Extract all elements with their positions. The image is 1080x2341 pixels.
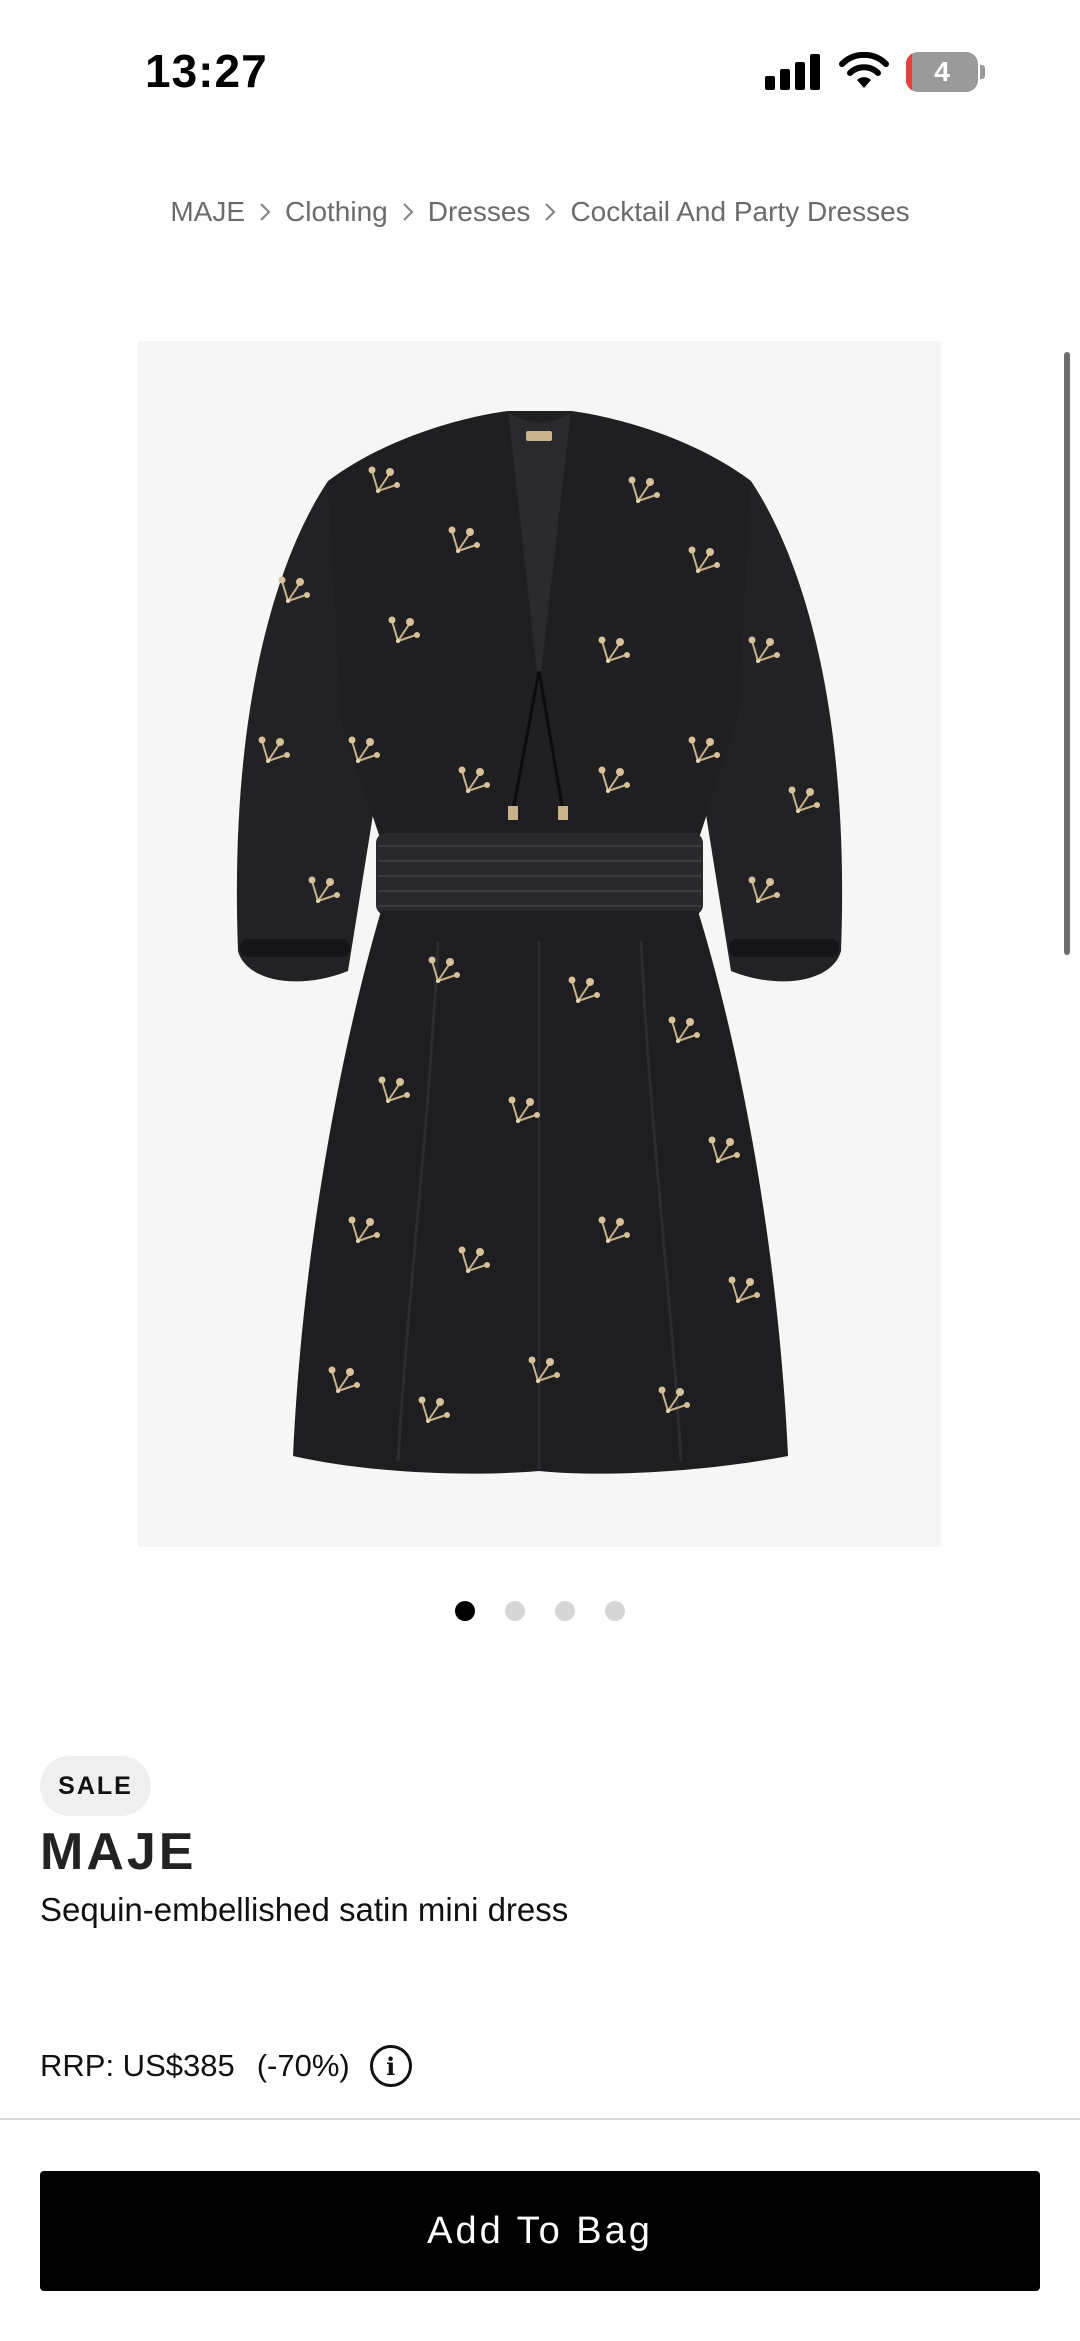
brand-name[interactable]: MAJE bbox=[40, 1822, 196, 1882]
add-to-bag-button[interactable]: Add To Bag bbox=[40, 2171, 1040, 2291]
breadcrumb-item-clothing[interactable]: Clothing bbox=[285, 196, 388, 228]
sale-badge: SALE bbox=[40, 1756, 151, 1816]
carousel-dot-3[interactable] bbox=[555, 1601, 575, 1621]
product-image[interactable] bbox=[138, 341, 941, 1547]
info-icon-glyph: i bbox=[386, 2051, 396, 2081]
chevron-right-icon bbox=[388, 198, 428, 226]
chevron-right-icon bbox=[530, 198, 570, 226]
rrp-price: RRP: US$385 (-70%) i bbox=[40, 2043, 412, 2089]
status-bar: 13:27 4 bbox=[0, 0, 1080, 140]
status-time: 13:27 bbox=[145, 45, 268, 97]
divider bbox=[0, 2118, 1080, 2120]
battery-icon: 4 bbox=[906, 52, 985, 92]
breadcrumb-item-maje[interactable]: MAJE bbox=[170, 196, 245, 228]
carousel-dot-4[interactable] bbox=[605, 1601, 625, 1621]
scrollbar[interactable] bbox=[1064, 352, 1070, 955]
product-title: Sequin-embellished satin mini dress bbox=[40, 1891, 569, 1928]
carousel-dot-1[interactable] bbox=[455, 1601, 475, 1621]
discount-percent: (-70%) bbox=[256, 2048, 350, 2083]
info-icon[interactable]: i bbox=[369, 2045, 412, 2087]
breadcrumb: MAJE Clothing Dresses Cocktail And Party… bbox=[0, 196, 1080, 228]
chevron-right-icon bbox=[245, 198, 285, 226]
wifi-icon bbox=[839, 52, 889, 88]
battery-level: 4 bbox=[934, 56, 950, 87]
breadcrumb-item-cocktail-party-dresses[interactable]: Cocktail And Party Dresses bbox=[570, 196, 909, 228]
carousel-dot-2[interactable] bbox=[505, 1601, 525, 1621]
dress-illustration bbox=[236, 411, 843, 1474]
carousel-dots bbox=[0, 1601, 1080, 1621]
rrp-label: RRP: US$385 bbox=[40, 2048, 235, 2083]
signal-icon bbox=[765, 54, 820, 90]
breadcrumb-item-dresses[interactable]: Dresses bbox=[428, 196, 531, 228]
